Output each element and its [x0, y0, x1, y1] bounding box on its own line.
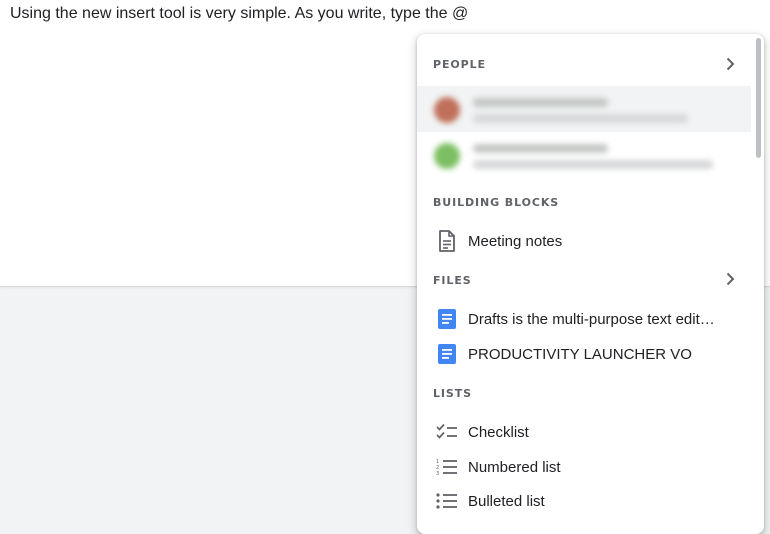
checklist-item[interactable]: Checklist [417, 415, 751, 449]
lists-section-header: LISTS [433, 387, 472, 400]
document-text[interactable]: Using the new insert tool is very simple… [10, 5, 468, 23]
item-label: Drafts is the multi-purpose text editor … [468, 310, 723, 328]
person-email-redacted [473, 114, 688, 123]
file-item[interactable]: PRODUCTIVITY LAUNCHER VO [417, 337, 751, 371]
item-label: Checklist [468, 423, 529, 441]
avatar [434, 97, 460, 123]
insert-menu-popup: PEOPLE BUILDING BLOCKS Meeting notes FIL… [417, 34, 764, 534]
meeting-notes-item[interactable]: Meeting notes [417, 224, 751, 258]
numbered-list-icon: 1 2 3 [436, 456, 458, 478]
avatar [434, 143, 460, 169]
google-doc-icon [436, 343, 458, 365]
files-section-header: FILES [433, 274, 472, 287]
person-name-redacted [473, 98, 608, 107]
file-item[interactable]: Drafts is the multi-purpose text editor … [417, 302, 751, 336]
svg-text:3: 3 [436, 471, 439, 476]
item-label: PRODUCTIVITY LAUNCHER VO [468, 345, 692, 363]
files-more-chevron-icon[interactable] [722, 271, 738, 287]
people-more-chevron-icon[interactable] [722, 56, 738, 72]
numbered-list-item[interactable]: 1 2 3 Numbered list [417, 450, 751, 484]
item-label: Numbered list [468, 458, 561, 476]
bulleted-list-item[interactable]: Bulleted list [417, 484, 751, 518]
item-label: Meeting notes [468, 232, 563, 250]
person-email-redacted [473, 160, 713, 169]
checklist-icon [436, 421, 458, 443]
people-suggestion-item[interactable] [417, 132, 751, 178]
people-suggestion-item[interactable] [417, 86, 751, 132]
document-icon [436, 230, 458, 252]
person-name-redacted [473, 144, 608, 153]
bulleted-list-icon [436, 490, 458, 512]
menu-scrollbar[interactable] [756, 38, 761, 158]
google-doc-icon [436, 308, 458, 330]
people-section-header: PEOPLE [433, 58, 486, 71]
item-label: Bulleted list [468, 492, 545, 510]
building-blocks-section-header: BUILDING BLOCKS [433, 196, 560, 209]
